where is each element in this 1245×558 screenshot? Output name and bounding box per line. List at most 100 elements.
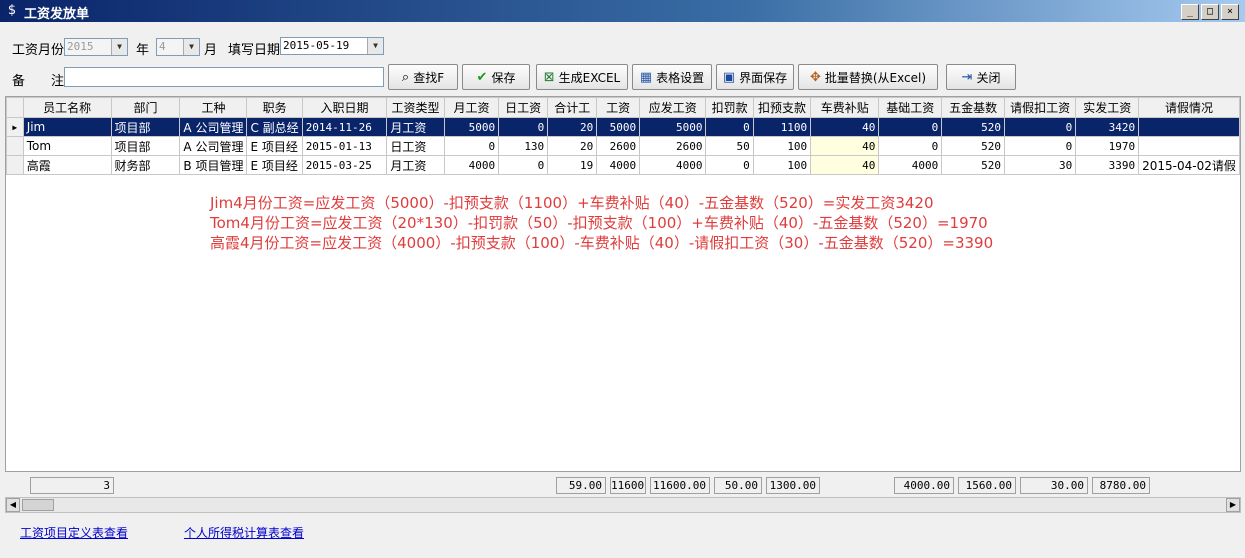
close-button[interactable]: ⇥ 关闭 [946, 64, 1016, 90]
table-cell[interactable]: 0 [498, 117, 549, 137]
table-cell[interactable]: 130 [498, 136, 549, 156]
table-cell[interactable]: 2015-04-02请假 [1138, 155, 1240, 175]
save-button[interactable]: ✔ 保存 [462, 64, 530, 90]
table-cell[interactable]: C 副总经 [246, 117, 303, 137]
table-cell[interactable]: 0 [878, 117, 943, 137]
table-cell[interactable]: 4000 [443, 155, 500, 175]
table-cell[interactable]: 0 [878, 136, 943, 156]
row-indicator[interactable] [6, 155, 24, 175]
table-cell[interactable]: 0 [1004, 117, 1077, 137]
table-cell[interactable]: 2014-11-26 [301, 117, 388, 137]
table-cell[interactable]: 2015-01-13 [301, 136, 388, 156]
table-cell[interactable]: 财务部 [110, 155, 181, 175]
table-row[interactable]: ▶ Jim 项目部 A 公司管理 C 副总经 2014-11-26 月工资 5000 0 20 50… [6, 117, 1240, 137]
table-cell[interactable]: 项目部 [110, 117, 181, 137]
table-cell[interactable]: 月工资 [386, 155, 445, 175]
table-cell[interactable]: 5000 [639, 117, 707, 137]
horizontal-scrollbar[interactable]: ◀ ▶ [5, 497, 1241, 513]
table-cell[interactable]: 3420 [1075, 117, 1140, 137]
scrollbar-thumb[interactable] [22, 499, 54, 511]
salary-item-definition-link[interactable]: 工资项目定义表查看 [20, 524, 128, 541]
table-cell[interactable]: 5000 [443, 117, 500, 137]
table-cell[interactable]: 项目部 [110, 136, 181, 156]
column-header[interactable]: 部门 [110, 97, 181, 118]
column-header[interactable]: 五金基数 [941, 97, 1006, 118]
table-cell[interactable]: 1100 [752, 117, 812, 137]
table-cell[interactable]: 2600 [639, 136, 707, 156]
table-cell[interactable]: 40 [810, 117, 880, 137]
table-cell[interactable]: 月工资 [386, 117, 445, 137]
row-indicator[interactable]: ▶ [6, 117, 24, 137]
table-cell[interactable]: B 项目管理 [179, 155, 248, 175]
column-header[interactable]: 日工资 [498, 97, 549, 118]
table-cell[interactable]: 2015-03-25 [301, 155, 388, 175]
scroll-left-arrow-icon[interactable]: ◀ [6, 498, 20, 512]
table-cell[interactable]: 3390 [1075, 155, 1140, 175]
export-excel-button[interactable]: ⊠ 生成EXCEL [536, 64, 628, 90]
table-cell[interactable]: 2600 [596, 136, 641, 156]
column-header[interactable]: 员工名称 [22, 97, 112, 118]
find-button[interactable]: ⌕ 查找F [388, 64, 458, 90]
fill-date-picker[interactable]: 2015-05-19 ▼ [280, 37, 384, 55]
table-cell[interactable]: 0 [1004, 136, 1077, 156]
table-cell[interactable]: 0 [705, 155, 754, 175]
column-header[interactable]: 入职日期 [301, 97, 388, 118]
table-cell[interactable]: 100 [752, 155, 812, 175]
table-settings-button[interactable]: ▦ 表格设置 [632, 64, 712, 90]
table-cell[interactable]: E 项目经 [246, 136, 303, 156]
table-cell[interactable]: 5000 [596, 117, 641, 137]
column-header[interactable]: 扣预支款 [752, 97, 812, 118]
table-cell[interactable]: 4000 [596, 155, 641, 175]
maximize-button[interactable]: □ [1201, 4, 1219, 20]
close-window-button[interactable]: × [1221, 4, 1239, 20]
column-header[interactable]: 职务 [246, 97, 303, 118]
chevron-down-icon[interactable]: ▼ [367, 38, 383, 54]
table-cell[interactable]: Tom [22, 136, 112, 156]
table-cell[interactable]: A 公司管理 [179, 136, 248, 156]
table-cell[interactable]: 日工资 [386, 136, 445, 156]
table-cell[interactable]: 100 [752, 136, 812, 156]
table-cell[interactable]: 20 [547, 136, 598, 156]
row-indicator[interactable] [6, 136, 24, 156]
remark-input[interactable] [64, 67, 384, 87]
table-cell[interactable]: 520 [941, 117, 1006, 137]
table-cell[interactable]: Jim [22, 117, 112, 137]
table-row[interactable]: Tom 项目部 A 公司管理 E 项目经 2015-01-13 日工资 0 130 20 2600… [6, 136, 1240, 156]
minimize-button[interactable]: _ [1181, 4, 1199, 20]
column-header[interactable]: 应发工资 [639, 97, 707, 118]
column-header[interactable]: 工种 [179, 97, 248, 118]
table-cell[interactable]: 19 [547, 155, 598, 175]
table-cell[interactable] [1138, 117, 1240, 137]
table-cell[interactable]: 0 [705, 117, 754, 137]
scroll-right-arrow-icon[interactable]: ▶ [1226, 498, 1240, 512]
income-tax-table-link[interactable]: 个人所得税计算表查看 [184, 524, 304, 541]
table-cell[interactable]: 4000 [639, 155, 707, 175]
column-header[interactable]: 合计工 [547, 97, 598, 118]
table-cell[interactable]: 40 [810, 155, 880, 175]
layout-save-button[interactable]: ▣ 界面保存 [716, 64, 794, 90]
table-cell[interactable]: 520 [941, 136, 1006, 156]
salary-grid[interactable]: 员工名称 部门 工种 职务 入职日期 工资类型 月工资 日工资 合计工 工资 应… [5, 96, 1241, 472]
column-header[interactable]: 请假情况 [1138, 97, 1240, 118]
table-cell[interactable]: 0 [498, 155, 549, 175]
column-header[interactable]: 工资类型 [386, 97, 445, 118]
batch-replace-button[interactable]: ✥ 批量替换(从Excel) [798, 64, 938, 90]
column-header[interactable]: 月工资 [443, 97, 500, 118]
table-cell[interactable]: 4000 [878, 155, 943, 175]
column-header[interactable]: 车费补贴 [810, 97, 880, 118]
table-cell[interactable]: 高霞 [22, 155, 112, 175]
column-header[interactable]: 工资 [596, 97, 641, 118]
column-header[interactable]: 请假扣工资 [1004, 97, 1077, 118]
table-cell[interactable]: 0 [443, 136, 500, 156]
table-cell[interactable] [1138, 136, 1240, 156]
table-cell[interactable]: 520 [941, 155, 1006, 175]
column-header[interactable]: 基础工资 [878, 97, 943, 118]
column-header[interactable]: 实发工资 [1075, 97, 1140, 118]
column-header[interactable]: 扣罚款 [705, 97, 754, 118]
table-cell[interactable]: 40 [810, 136, 880, 156]
table-cell[interactable]: 50 [705, 136, 754, 156]
table-row[interactable]: 高霞 财务部 B 项目管理 E 项目经 2015-03-25 月工资 4000 0 19 4000… [6, 155, 1240, 175]
table-cell[interactable]: 20 [547, 117, 598, 137]
table-cell[interactable]: 1970 [1075, 136, 1140, 156]
table-cell[interactable]: A 公司管理 [179, 117, 248, 137]
